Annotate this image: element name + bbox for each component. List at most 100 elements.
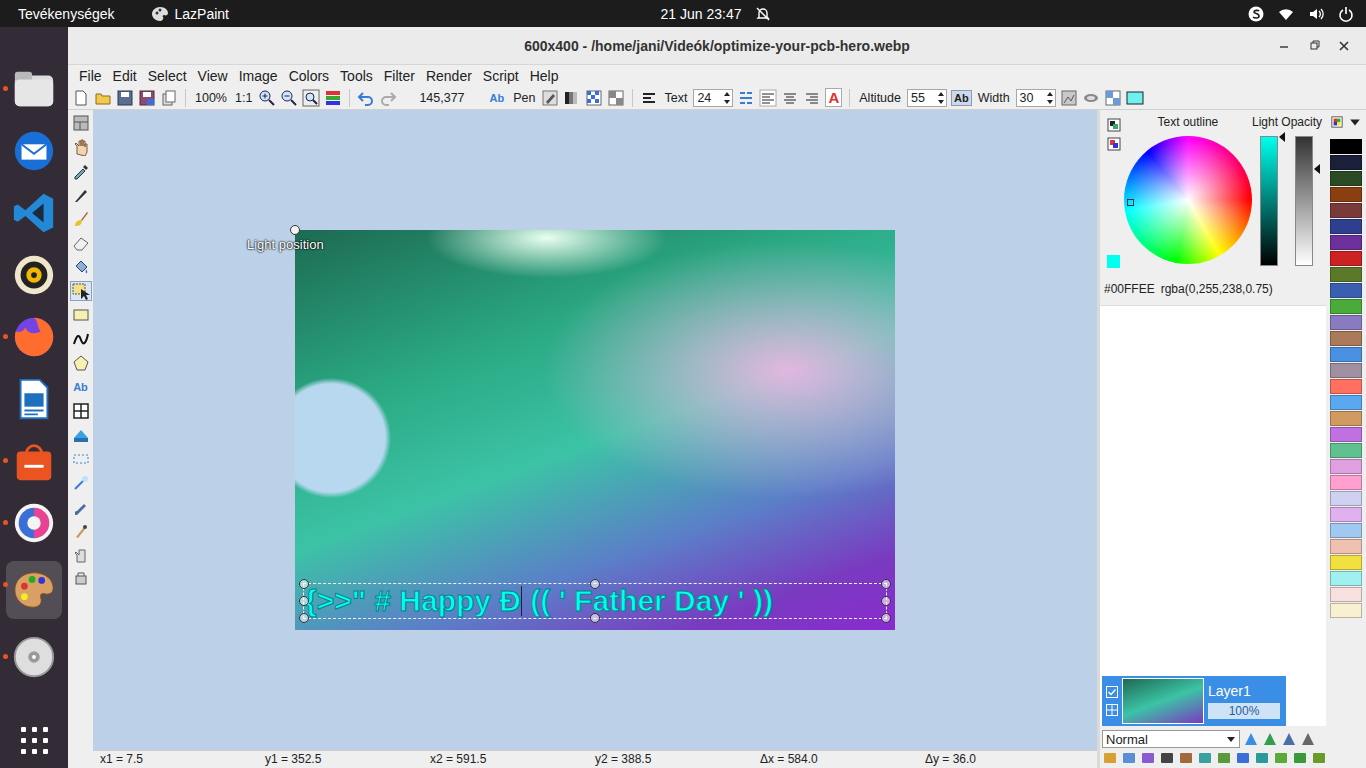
resize-handle[interactable]: [590, 579, 600, 589]
tool-button[interactable]: [70, 257, 92, 277]
dock-app[interactable]: [6, 375, 62, 423]
undo-icon[interactable]: [357, 89, 375, 107]
tool-button[interactable]: [70, 521, 92, 541]
layout-icon[interactable]: [72, 114, 90, 132]
wheel-marker[interactable]: [1127, 199, 1134, 206]
polygon-icon[interactable]: [72, 354, 90, 372]
resize-handle[interactable]: [881, 579, 891, 589]
reset-colors-icon[interactable]: [1107, 137, 1121, 151]
resize-handle[interactable]: [881, 596, 891, 606]
palette-swatch[interactable]: [1330, 299, 1362, 314]
gradient-icon[interactable]: [563, 89, 581, 107]
app-grid-icon[interactable]: [19, 725, 49, 755]
layer-action-icon[interactable]: [1216, 750, 1232, 766]
menu-item[interactable]: Filter: [384, 68, 415, 84]
layer-action-icon[interactable]: [1254, 750, 1270, 766]
image-canvas[interactable]: Light position {>>" # Happy Đ (( ' Fathe…: [295, 230, 895, 630]
krita-icon[interactable]: [11, 500, 57, 546]
volume-icon[interactable]: [1308, 6, 1324, 22]
palette-swatch[interactable]: [1330, 363, 1362, 378]
tool-button[interactable]: [70, 305, 92, 325]
layer-name[interactable]: Layer1: [1208, 683, 1280, 699]
text-style-button[interactable]: Ab: [487, 90, 508, 106]
spin-arrows[interactable]: [723, 90, 732, 106]
spin-arrows[interactable]: [1046, 90, 1055, 106]
text-outline-button[interactable]: A: [825, 88, 842, 107]
picker-icon[interactable]: [72, 162, 90, 180]
tool-button[interactable]: [70, 209, 92, 229]
tool-button[interactable]: [70, 281, 92, 301]
layer-tool-icon[interactable]: [1300, 731, 1316, 747]
menu-item[interactable]: Script: [483, 68, 519, 84]
shade-box-icon[interactable]: [1060, 89, 1078, 107]
typed-text[interactable]: {>>" # Happy Đ (( ' Father Day ' )): [305, 584, 773, 618]
menu-item[interactable]: Select: [148, 68, 187, 84]
hex-value[interactable]: #00FFEE: [1104, 282, 1155, 296]
palette-swatch[interactable]: [1330, 539, 1362, 554]
new-icon[interactable]: [72, 89, 90, 107]
saveas-icon[interactable]: [138, 89, 156, 107]
menu-item[interactable]: Render: [426, 68, 472, 84]
disks-icon[interactable]: [11, 634, 57, 680]
canvas-area[interactable]: Light position {>>" # Happy Đ (( ' Fathe…: [93, 110, 1097, 750]
dock-app[interactable]: [6, 189, 62, 237]
layer-action-icon[interactable]: [1159, 750, 1175, 766]
dock-app[interactable]: [6, 499, 62, 547]
zoom-fit-icon[interactable]: [302, 89, 320, 107]
actual-size-button[interactable]: 1:1: [233, 91, 254, 105]
spin-arrows[interactable]: [937, 90, 946, 106]
layer-action-icon[interactable]: [1273, 750, 1289, 766]
zoom-in-icon[interactable]: [258, 89, 276, 107]
mail-icon[interactable]: [11, 128, 57, 174]
down-arrow-icon[interactable]: [723, 98, 731, 106]
layer-row[interactable]: Layer1 100%: [1102, 676, 1286, 726]
tool-button[interactable]: [70, 353, 92, 373]
opacity-slider[interactable]: [1295, 136, 1313, 266]
dock-app[interactable]: [6, 313, 62, 361]
tool-button[interactable]: [70, 449, 92, 469]
color-wheel[interactable]: [1124, 136, 1252, 264]
layer-action-icon[interactable]: [1235, 750, 1251, 766]
layer-opacity-bar[interactable]: 100%: [1208, 703, 1280, 719]
tool-button[interactable]: Ab: [70, 377, 92, 397]
pencil-icon[interactable]: [72, 498, 90, 516]
palette-swatch[interactable]: [1330, 219, 1362, 234]
curve-icon[interactable]: [72, 330, 90, 348]
wifi-icon[interactable]: [1278, 6, 1294, 22]
tool-button[interactable]: [70, 329, 92, 349]
code-icon[interactable]: [11, 190, 57, 236]
skype-icon[interactable]: [1248, 6, 1264, 22]
layer-action-icon[interactable]: [1311, 750, 1327, 766]
layer-tool-icon[interactable]: [1262, 731, 1278, 747]
dropdown-arrow-icon[interactable]: [1226, 734, 1236, 744]
palette-swatch[interactable]: [1330, 459, 1362, 474]
transparent-icon[interactable]: [1104, 89, 1122, 107]
menu-item[interactable]: File: [79, 68, 102, 84]
palette-swatch[interactable]: [1330, 491, 1362, 506]
palette-swatch[interactable]: [1330, 331, 1362, 346]
save-icon[interactable]: [116, 89, 134, 107]
dock-app[interactable]: [6, 65, 62, 113]
layer-action-icon[interactable]: [1197, 750, 1213, 766]
checker-half-icon[interactable]: [607, 89, 625, 107]
text-selection-box[interactable]: {>>" # Happy Đ (( ' Father Day ' )): [303, 583, 887, 619]
lightness-slider[interactable]: [1260, 136, 1278, 266]
text-tool-label[interactable]: Ab: [73, 378, 88, 396]
palette-swatch[interactable]: [1330, 507, 1362, 522]
fill-icon[interactable]: [72, 258, 90, 276]
altitude-field[interactable]: 55: [907, 89, 947, 107]
palette-swatch[interactable]: [1330, 427, 1362, 442]
dock-app[interactable]: [6, 127, 62, 175]
firefox-icon[interactable]: [11, 314, 57, 360]
brush-icon[interactable]: [72, 210, 90, 228]
current-color-swatch[interactable]: [1107, 255, 1120, 268]
up-arrow-icon[interactable]: [937, 90, 945, 98]
dock-app[interactable]: [6, 437, 62, 485]
dock-app[interactable]: [6, 561, 62, 619]
palette-swatch[interactable]: [1330, 379, 1362, 394]
cyan-box-icon[interactable]: [1126, 89, 1144, 107]
palette-swatch[interactable]: [1330, 251, 1362, 266]
light-handle[interactable]: [290, 225, 300, 235]
palette-swatch[interactable]: [1330, 443, 1362, 458]
pointer-icon[interactable]: [640, 89, 658, 107]
